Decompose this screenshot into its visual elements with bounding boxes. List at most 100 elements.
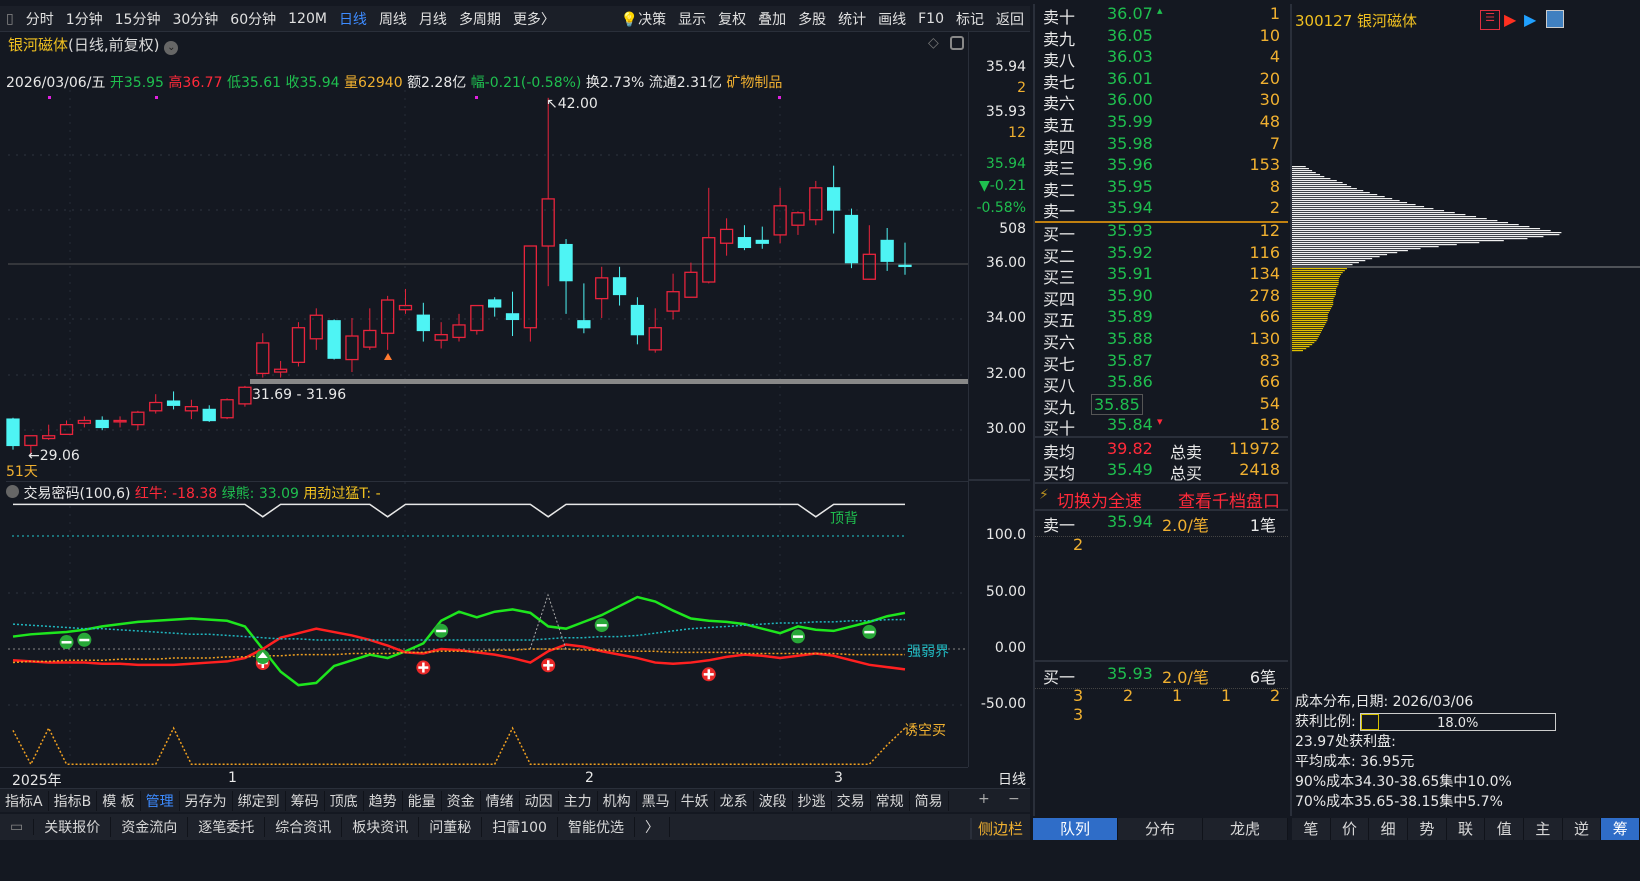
indicator-tab[interactable]: 绑定到 xyxy=(233,790,286,811)
candle[interactable] xyxy=(809,180,823,226)
sell-level[interactable]: 卖三 35.96 153 xyxy=(1035,155,1290,178)
buy-level[interactable]: 买七 35.87 83 xyxy=(1035,351,1290,374)
bottom-toggle-icon[interactable]: ▭ xyxy=(0,819,35,835)
chip-tab[interactable]: 逆 xyxy=(1562,818,1602,840)
buy-level[interactable]: 买二 35.92 116 xyxy=(1035,243,1290,266)
candle[interactable] xyxy=(6,417,20,450)
candle[interactable] xyxy=(131,410,145,431)
chip-tab[interactable]: 主 xyxy=(1524,818,1563,840)
candle[interactable] xyxy=(291,322,306,367)
chip-tab[interactable]: 筹 xyxy=(1601,818,1640,840)
candle[interactable] xyxy=(363,308,377,350)
event-marker[interactable] xyxy=(155,96,158,99)
candle[interactable] xyxy=(737,225,752,251)
indicator-tab[interactable]: 能量 xyxy=(403,790,442,811)
indicator-tab[interactable]: 情绪 xyxy=(481,790,520,811)
candle[interactable] xyxy=(488,297,502,317)
indicator-tab[interactable]: 简易 xyxy=(910,790,949,811)
event-marker[interactable] xyxy=(475,96,478,99)
buy-level[interactable]: 买五 35.89 66 xyxy=(1035,307,1290,330)
candle[interactable] xyxy=(77,416,92,428)
candle[interactable] xyxy=(380,295,395,350)
candle[interactable] xyxy=(452,313,466,342)
chip-tab[interactable]: 值 xyxy=(1485,818,1525,840)
bottom-bar-item[interactable]: 综合资讯 xyxy=(265,817,343,837)
queue-tab[interactable]: 队列 xyxy=(1033,818,1118,840)
zoom-out-button[interactable]: − xyxy=(1008,791,1020,807)
indicator-name[interactable]: 交易密码(100,6) xyxy=(23,486,130,502)
bottom-bar-item[interactable]: 板块资讯 xyxy=(342,817,420,837)
candle[interactable] xyxy=(559,239,573,314)
chip-tab[interactable]: 细 xyxy=(1369,818,1409,840)
candle[interactable] xyxy=(345,318,359,373)
candle[interactable] xyxy=(59,420,74,436)
candle[interactable] xyxy=(612,266,627,306)
bottom-bar-item[interactable]: 逐笔委托 xyxy=(188,817,266,837)
indicator-tab[interactable]: 顶底 xyxy=(325,790,364,811)
queue-tab[interactable]: 龙虎 xyxy=(1203,818,1288,840)
bottom-bar-item[interactable]: 扫雷100 xyxy=(482,817,558,837)
indicator-tab[interactable]: 黑马 xyxy=(637,790,676,811)
candle[interactable] xyxy=(434,322,448,349)
buy-level[interactable]: 买六 35.88 130 xyxy=(1035,329,1290,352)
candle[interactable] xyxy=(309,308,323,350)
indicator-tab[interactable]: 抄逃 xyxy=(793,790,832,811)
chip-tab[interactable]: 笔 xyxy=(1292,818,1331,840)
candle[interactable] xyxy=(202,405,216,422)
candle[interactable] xyxy=(826,165,841,234)
candle[interactable] xyxy=(398,288,413,314)
indicator-menu-icon[interactable] xyxy=(6,485,19,498)
indicator-tab[interactable]: 波段 xyxy=(754,790,793,811)
indicator-tab[interactable]: 模 板 xyxy=(97,790,141,811)
buy-level[interactable]: 买三 35.91 134 xyxy=(1035,264,1290,287)
bottom-bar-item[interactable]: 关联报价 xyxy=(34,817,112,837)
candle[interactable] xyxy=(184,399,199,420)
chip-tab[interactable]: 价 xyxy=(1330,818,1370,840)
candle[interactable] xyxy=(220,398,234,420)
candle[interactable] xyxy=(666,273,680,320)
chip-tab[interactable]: 势 xyxy=(1408,818,1447,840)
indicator-tab[interactable]: 动因 xyxy=(520,790,559,811)
candle[interactable] xyxy=(595,266,609,319)
indicator-tab[interactable]: 交易 xyxy=(832,790,871,811)
sell-level[interactable]: 卖九 36.05 10 xyxy=(1035,26,1290,49)
indicator-tab[interactable]: 龙系 xyxy=(715,790,754,811)
candle[interactable] xyxy=(95,416,109,431)
sidebar-button[interactable]: 侧边栏 xyxy=(970,818,1023,839)
candle[interactable] xyxy=(256,333,270,378)
kline-chart[interactable] xyxy=(0,0,968,790)
event-marker[interactable] xyxy=(48,96,51,99)
sell-level[interactable]: 卖六 36.00 30 xyxy=(1035,90,1290,113)
indicator-tab[interactable]: 指标A xyxy=(0,790,49,811)
indicator-tab[interactable]: 指标B xyxy=(49,790,98,811)
buy-level[interactable]: 买九 35.85 54 xyxy=(1035,393,1290,417)
indicator-tab[interactable]: 筹码 xyxy=(286,790,325,811)
candle[interactable] xyxy=(113,416,127,428)
sell-level[interactable]: 卖十 36.07 1 ▴ xyxy=(1035,4,1290,27)
candle[interactable] xyxy=(844,208,859,269)
sell-level[interactable]: 卖八 36.03 4 xyxy=(1035,47,1290,70)
indicator-tab[interactable]: 趋势 xyxy=(364,790,403,811)
candle[interactable] xyxy=(166,391,181,410)
candle[interactable] xyxy=(648,308,662,353)
candle[interactable] xyxy=(862,225,876,280)
indicator-tab[interactable]: 另存为 xyxy=(180,790,233,811)
zoom-in-button[interactable]: + xyxy=(978,791,990,807)
indicator-tab[interactable]: 管理 xyxy=(141,790,180,811)
back-button[interactable]: 返回 xyxy=(990,9,1030,29)
indicator-tab[interactable]: 常规 xyxy=(871,790,910,811)
bottom-bar-item[interactable]: 问董秘 xyxy=(419,817,483,837)
candle[interactable] xyxy=(42,424,56,440)
sell-level[interactable]: 卖二 35.95 8 xyxy=(1035,177,1290,200)
candle[interactable] xyxy=(755,226,769,249)
indicator-tab[interactable]: 资金 xyxy=(442,790,481,811)
indicator-tab[interactable]: 机构 xyxy=(598,790,637,811)
buy-level[interactable]: 买八 35.86 66 xyxy=(1035,372,1290,395)
candle[interactable] xyxy=(577,283,591,334)
candle[interactable] xyxy=(684,262,698,298)
candle[interactable] xyxy=(327,319,341,360)
candle[interactable] xyxy=(416,302,430,342)
bottom-bar-item[interactable]: 〉 xyxy=(635,817,670,837)
buy-level[interactable]: 买一 35.93 12 xyxy=(1035,221,1290,244)
candle[interactable] xyxy=(273,360,288,378)
